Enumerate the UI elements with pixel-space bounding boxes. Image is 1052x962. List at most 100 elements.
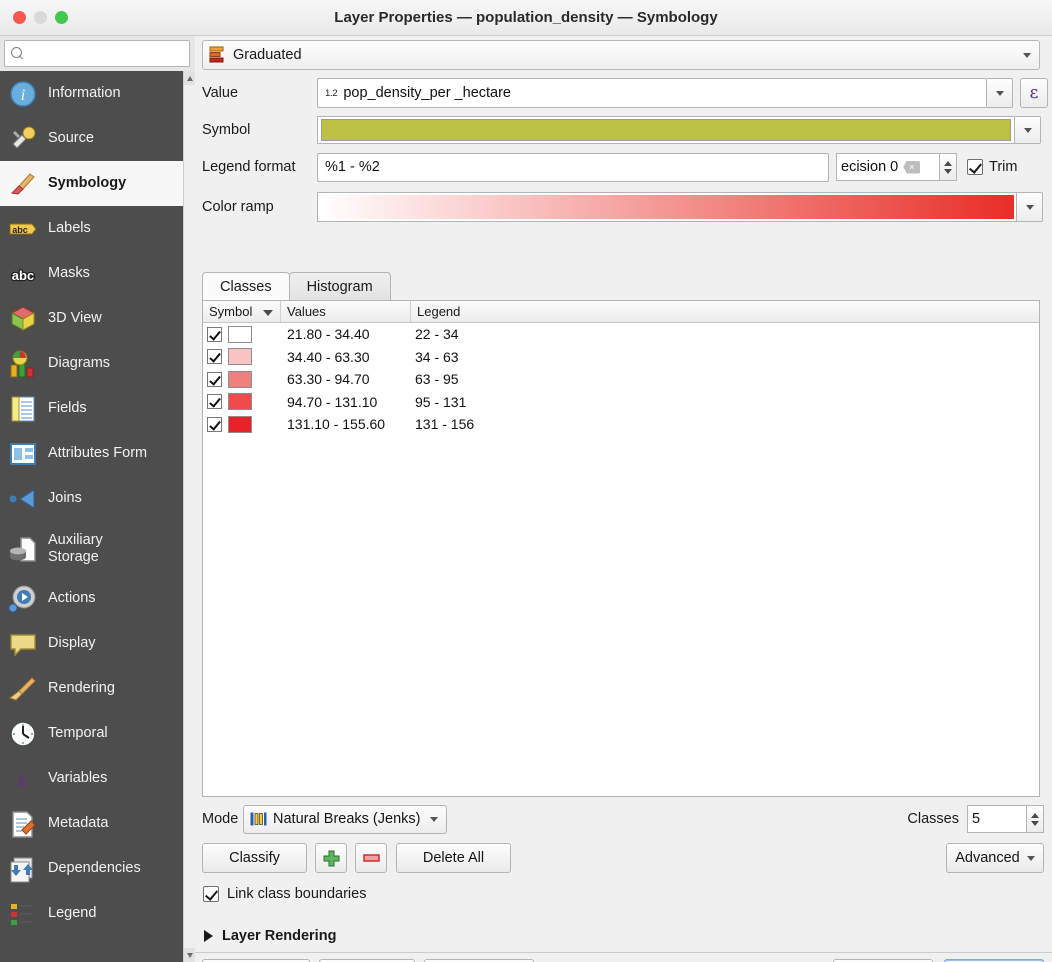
clear-icon[interactable]: × [903,161,920,174]
sidebar-scrollbar[interactable] [183,71,195,962]
expression-button[interactable]: ε [1020,78,1048,108]
advanced-button[interactable]: Advanced [946,843,1044,873]
legend-format-input[interactable]: %1 - %2 [317,153,829,182]
table-row[interactable]: 94.70 - 131.1095 - 131 [203,391,1039,414]
tab-bar[interactable]: ClassesHistogram [202,272,1040,301]
sidebar-item-display[interactable]: Display [0,621,183,666]
sidebar-item-fields[interactable]: Fields [0,386,183,431]
class-values-cell[interactable]: 131.10 - 155.60 [281,416,411,432]
source-icon [8,124,38,154]
class-enabled-checkbox[interactable] [207,327,222,342]
table-row[interactable]: 131.10 - 155.60131 - 156 [203,413,1039,436]
layer-rendering-section[interactable]: Layer Rendering [195,922,1052,950]
classes-value: 5 [972,811,980,827]
sidebar-item-auxiliary-storage[interactable]: Auxiliary Storage [0,521,183,576]
stepper-up-icon[interactable] [944,161,952,166]
class-color-swatch[interactable] [228,393,252,410]
classes-stepper[interactable] [1027,805,1044,833]
column-header-symbol[interactable]: Symbol [203,301,281,322]
class-values-cell[interactable]: 63.30 - 94.70 [281,371,411,387]
trim-label: Trim [989,159,1017,175]
tab-histogram[interactable]: Histogram [289,272,391,301]
source-icon [8,124,38,154]
sidebar-item-label: Joins [48,490,82,506]
sidebar-item-rendering[interactable]: Rendering [0,666,183,711]
column-header-legend[interactable]: Legend [411,301,1039,322]
maximize-window-button[interactable] [55,11,68,24]
sidebar-item-label: Temporal [48,725,108,741]
symbol-row: Symbol [195,115,1052,145]
sidebar-item-labels[interactable]: abcLabels [0,206,183,251]
table-row[interactable]: 63.30 - 94.7063 - 95 [203,368,1039,391]
delete-all-button[interactable]: Delete All [396,843,511,873]
classify-button[interactable]: Classify [202,843,307,873]
column-header-values[interactable]: Values [281,301,411,322]
sidebar-item-list[interactable]: iInformation Source SymbologyabcLabelsabcM… [0,71,183,962]
trim-checkbox[interactable] [967,159,983,175]
variables-icon: ε [8,764,38,794]
class-color-swatch[interactable] [228,348,252,365]
tab-classes[interactable]: Classes [202,272,290,301]
sidebar-item-attributes-form[interactable]: Attributes Form [0,431,183,476]
sidebar-item-symbology[interactable]: Symbology [0,161,183,206]
value-field[interactable]: 1.2 pop_density_per _hectare [317,78,987,108]
add-class-button[interactable] [315,843,347,873]
sidebar-item-temporal[interactable]: Temporal [0,711,183,756]
class-enabled-checkbox[interactable] [207,417,222,432]
sidebar-item-label: Source [48,130,94,146]
sidebar-item-variables[interactable]: εVariables [0,756,183,801]
class-color-swatch[interactable] [228,326,252,343]
link-boundaries-row[interactable]: Link class boundaries [195,881,1052,907]
sidebar-item-actions[interactable]: Actions [0,576,183,621]
class-enabled-checkbox[interactable] [207,349,222,364]
sidebar-item-diagrams[interactable]: Diagrams [0,341,183,386]
mode-combo[interactable]: Natural Breaks (Jenks) [243,805,447,834]
sidebar-item-joins[interactable]: Joins [0,476,183,521]
stepper-down-icon[interactable] [944,169,952,174]
class-legend-cell[interactable]: 22 - 34 [411,326,1039,342]
table-row[interactable]: 34.40 - 63.3034 - 63 [203,346,1039,369]
joins-icon [8,484,38,514]
search-input[interactable] [4,40,190,67]
svg-text:ε: ε [18,767,28,792]
value-dropdown-button[interactable] [987,78,1013,108]
precision-spinbox[interactable]: ecision 0 × [836,153,940,181]
stepper-down-icon[interactable] [1031,821,1039,826]
sidebar-item-3d-view[interactable]: 3D View [0,296,183,341]
stepper-up-icon[interactable] [1031,813,1039,818]
class-legend-cell[interactable]: 95 - 131 [411,394,1039,410]
color-ramp-preview[interactable] [317,192,1017,222]
class-legend-cell[interactable]: 34 - 63 [411,349,1039,365]
sidebar-item-information[interactable]: iInformation [0,71,183,116]
classes-spinbox[interactable]: 5 [967,805,1027,833]
sidebar-item-dependencies[interactable]: Dependencies [0,846,183,891]
sort-descending-icon[interactable] [263,310,273,316]
close-window-button[interactable] [13,11,26,24]
class-values-cell[interactable]: 21.80 - 34.40 [281,326,411,342]
chevron-down-icon [1026,205,1034,210]
jenks-icon [250,812,267,826]
sidebar-item-legend[interactable]: Legend [0,891,183,936]
minimize-window-button[interactable] [34,11,47,24]
class-values-cell[interactable]: 34.40 - 63.30 [281,349,411,365]
class-enabled-checkbox[interactable] [207,394,222,409]
symbol-preview-button[interactable] [317,116,1015,144]
sidebar-item-source[interactable]: Source [0,116,183,161]
renderer-type-combo[interactable]: Graduated [202,40,1040,70]
classes-table[interactable]: Symbol Values Legend 21.80 - 34.4022 - 3… [202,300,1040,797]
class-color-swatch[interactable] [228,371,252,388]
class-legend-cell[interactable]: 63 - 95 [411,371,1039,387]
symbol-dropdown-button[interactable] [1015,116,1041,144]
expand-triangle-icon[interactable] [204,930,213,942]
table-row[interactable]: 21.80 - 34.4022 - 34 [203,323,1039,346]
sidebar-item-masks[interactable]: abcMasks [0,251,183,296]
class-values-cell[interactable]: 94.70 - 131.10 [281,394,411,410]
class-legend-cell[interactable]: 131 - 156 [411,416,1039,432]
link-boundaries-checkbox[interactable] [203,886,219,902]
class-color-swatch[interactable] [228,416,252,433]
color-ramp-dropdown-button[interactable] [1017,192,1043,222]
remove-class-button[interactable] [355,843,387,873]
class-enabled-checkbox[interactable] [207,372,222,387]
precision-stepper[interactable] [940,153,957,181]
sidebar-item-metadata[interactable]: Metadata [0,801,183,846]
